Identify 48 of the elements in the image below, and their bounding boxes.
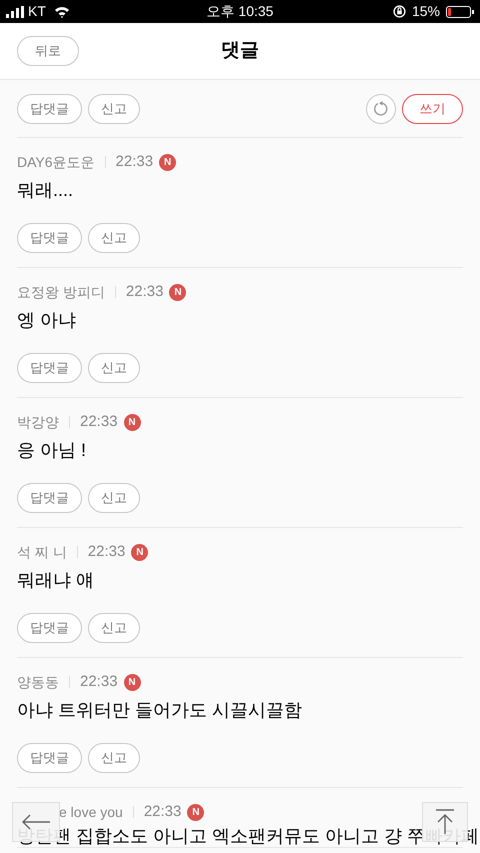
- comment-time: 22:33: [144, 802, 182, 822]
- carrier: KT: [28, 2, 46, 21]
- reply-button[interactable]: 답댓글: [17, 743, 82, 773]
- comment-text: 뭐래....: [17, 179, 74, 202]
- reply-button[interactable]: 답댓글: [17, 483, 82, 513]
- rotation-lock-icon: [392, 5, 406, 18]
- reply-button[interactable]: 답댓글: [17, 223, 82, 253]
- comment-text: 아냐 트위터만 들어가도 시끌시끌함: [17, 699, 304, 722]
- new-badge: N: [169, 284, 186, 300]
- comment-time: 22:33: [88, 542, 126, 562]
- wifi-icon: [54, 6, 70, 18]
- back-button[interactable]: 뒤로: [17, 36, 79, 66]
- report-button[interactable]: 신고: [88, 223, 140, 253]
- refresh-icon: [373, 100, 389, 116]
- author-name: 박강양: [17, 412, 59, 432]
- comment-text: 뭐래냐 얘: [17, 569, 96, 592]
- new-badge: N: [124, 674, 141, 690]
- author-name: e love you: [59, 802, 123, 822]
- write-button[interactable]: 쓰기: [402, 94, 463, 124]
- clock: 오후 10:35: [206, 2, 274, 21]
- author-name: 석 찌 니: [17, 542, 67, 562]
- report-button[interactable]: 신고: [88, 743, 140, 773]
- report-button[interactable]: 신고: [88, 94, 140, 124]
- report-button[interactable]: 신고: [88, 483, 140, 513]
- author-name: 요정왕 방피디: [17, 282, 105, 302]
- page-title: 댓글: [221, 38, 259, 63]
- reply-button[interactable]: 답댓글: [17, 613, 82, 643]
- comment-text: 방탄팬 집합소도 아니고 엑소팬커뮤도 아니고 걍 쭈빠카페: [17, 825, 480, 847]
- new-badge: N: [187, 804, 204, 820]
- signal-icon: [6, 6, 24, 18]
- comment-time: 22:33: [116, 152, 154, 172]
- author-name: DAY6윤도운: [17, 152, 95, 172]
- battery-icon: [446, 6, 474, 18]
- battery-percent: 15%: [412, 2, 440, 21]
- comment-text: 응 아님 !: [17, 439, 88, 462]
- new-badge: N: [131, 544, 148, 560]
- comment-time: 22:33: [126, 282, 164, 302]
- author-name: 양동동: [17, 672, 59, 692]
- new-badge: N: [124, 414, 141, 430]
- report-button[interactable]: 신고: [88, 613, 140, 643]
- reply-button[interactable]: 답댓글: [17, 353, 82, 383]
- comment-text: 엥 아냐: [17, 309, 78, 332]
- reply-button[interactable]: 답댓글: [17, 94, 82, 124]
- new-badge: N: [159, 154, 176, 170]
- refresh-button[interactable]: [366, 94, 396, 124]
- comment-time: 22:33: [80, 412, 118, 432]
- report-button[interactable]: 신고: [88, 353, 140, 383]
- comment-time: 22:33: [80, 672, 118, 692]
